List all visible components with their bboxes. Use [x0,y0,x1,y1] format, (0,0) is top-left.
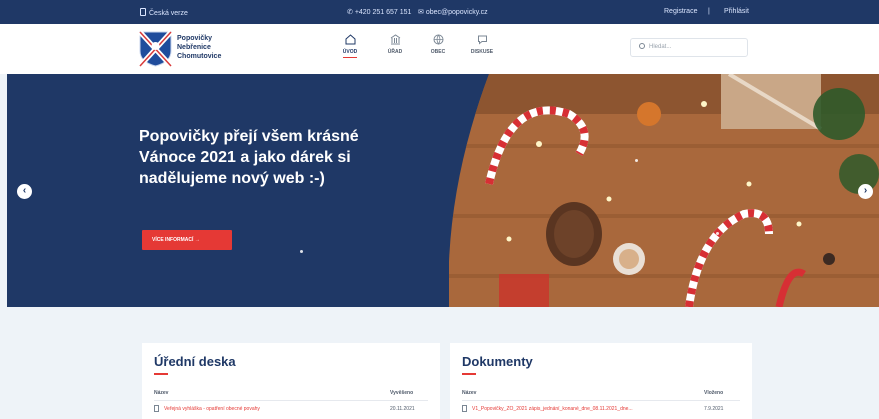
logo-name[interactable]: Popovičky Nebřenice Chomutovice [177,34,221,61]
phone-icon: ✆ [347,9,355,16]
logo-line-3: Chomutovice [177,53,222,60]
search-placeholder: Hledat... [649,44,672,50]
next-slide-button[interactable]: › [858,184,873,199]
notice-link[interactable]: Veřejná vyhláška - opatření obecné povah… [164,406,364,412]
register-link[interactable]: Registrace [664,8,697,15]
chat-icon [477,35,487,45]
chevron-left-icon: ‹ [22,185,27,196]
nav-uvod-label: ÚVOD [342,49,358,55]
phone-number: +420 251 657 151 [354,9,412,16]
email-contact[interactable]: ✉ obec@popovicky.cz [418,8,488,16]
search-icon [639,43,645,49]
hero-title: Popovičky přejí všem krásné Vánoce 2021 … [139,128,359,187]
column-name[interactable]: Název [154,390,168,396]
column-inserted[interactable]: Vloženo [704,390,723,396]
prev-slide-button[interactable]: ‹ [17,184,32,199]
nav-obec-label: OBEC [430,49,446,55]
home-icon [345,34,355,45]
title-underline [154,373,168,375]
nav-urad-label: ÚŘAD [387,49,403,55]
document-date: 7.9.2021 [704,406,724,412]
documents-card: Dokumenty Název Vloženo V1_Popovičky_ZO_… [450,343,752,419]
building-icon [390,34,400,45]
nav-urad[interactable]: ÚŘAD [375,34,415,55]
phone-device-icon [140,8,146,16]
chevron-right-icon: › [863,185,868,196]
nav-uvod[interactable]: ÚVOD [330,34,370,58]
title-underline [462,373,476,375]
language-link-label: Česká verze [149,10,188,17]
official-board-card: Úřední deska Název Vyvěšeno Veřejná vyhl… [142,343,440,419]
logo-line-2: Nebřenice [177,44,211,51]
official-board-title: Úřední deska [154,354,236,369]
document-icon [462,405,467,412]
snow-dot [716,232,719,235]
mail-icon: ✉ [418,9,426,16]
table-divider [462,400,740,401]
nav-diskuse-label: DISKUSE [470,49,494,55]
hero-slider: Popovičky přejí všem krásné Vánoce 2021 … [7,74,879,307]
logo-line-1: Popovičky [177,35,213,42]
phone-contact[interactable]: ✆ +420 251 657 151 [347,8,411,16]
nav-obec[interactable]: OBEC [418,34,458,55]
document-link[interactable]: V1_Popovičky_ZO_2021 zápis_jednání_konan… [472,406,696,412]
login-link[interactable]: Přihlásit [724,8,749,15]
globe-icon [433,34,443,45]
search-input[interactable]: Hledat... [630,38,748,57]
column-posted[interactable]: Vyvěšeno [390,390,413,396]
top-bar: Česká verze ✆ +420 251 657 151 ✉ obec@po… [0,0,879,24]
christmas-decoration-photo [449,74,879,307]
snow-dot [300,250,303,253]
table-divider [154,400,428,401]
document-icon [154,405,159,412]
email-address: obec@popovicky.cz [425,9,488,16]
coat-of-arms-icon[interactable] [139,31,172,67]
site-header: Popovičky Nebřenice Chomutovice ÚVOD ÚŘA… [0,24,879,74]
column-name[interactable]: Název [462,390,476,396]
snow-dot [635,159,638,162]
notice-date: 20.11.2021 [390,406,415,412]
language-link[interactable]: Česká verze [140,8,188,17]
nav-diskuse[interactable]: DISKUSE [462,34,502,55]
topbar-separator: | [708,8,710,15]
documents-title: Dokumenty [462,354,533,369]
more-info-button[interactable]: VÍCE INFORMACÍ → [142,230,232,250]
